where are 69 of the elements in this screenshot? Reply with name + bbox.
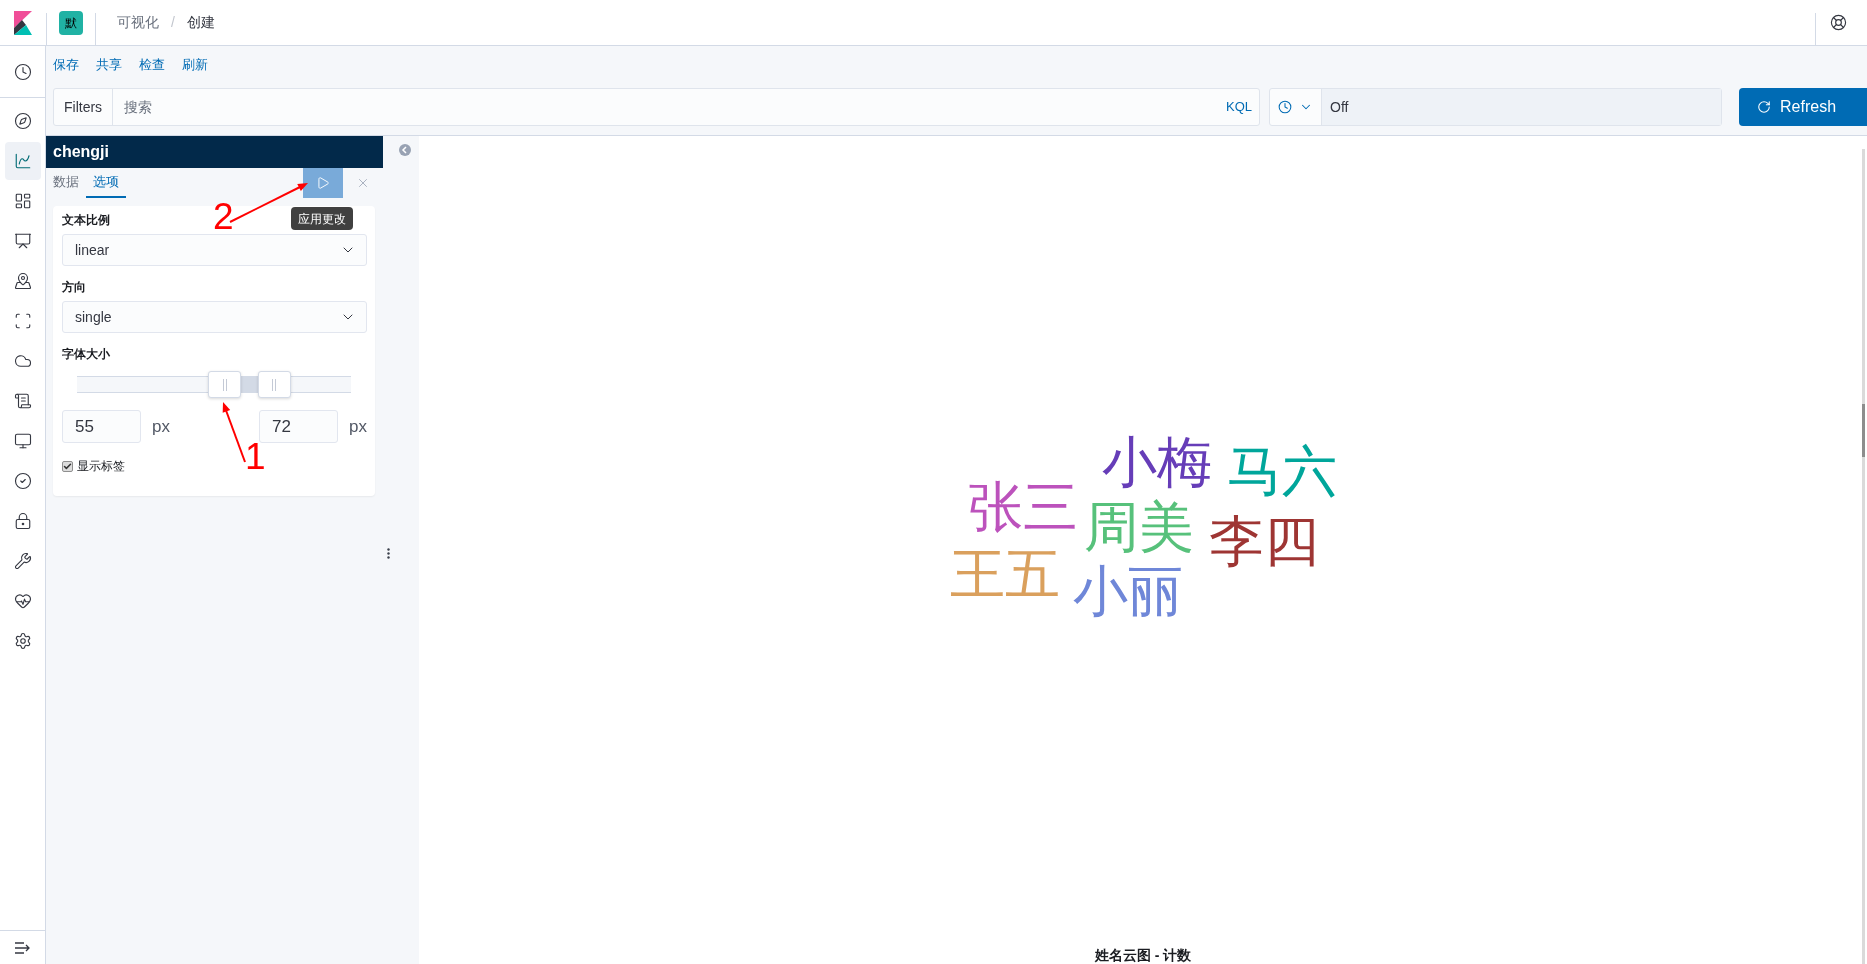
cloud-word: 王五: [950, 546, 1060, 602]
query-bar[interactable]: Filters 搜索 KQL: [53, 88, 1260, 126]
menu-link[interactable]: 保存: [53, 55, 79, 75]
presentation-board-icon[interactable]: [13, 232, 32, 250]
collapse-icon[interactable]: [399, 144, 411, 156]
heart-pulse-icon[interactable]: [13, 592, 32, 610]
scroll-icon[interactable]: [13, 392, 32, 410]
checkbox[interactable]: [62, 460, 73, 472]
annotation-number: 2: [213, 198, 234, 235]
drag-handle-icon[interactable]: [387, 548, 390, 559]
cloud-word: 周美: [1084, 499, 1194, 555]
space-badge[interactable]: 默: [59, 10, 83, 35]
chart-caption: 姓名云图 - 计数: [1094, 946, 1192, 964]
query-language-button[interactable]: KQL: [1219, 89, 1259, 125]
clock-icon: [1278, 100, 1292, 114]
tooltip: 应用更改: [291, 207, 353, 230]
lifebuoy-icon[interactable]: [1830, 14, 1847, 31]
wrench-icon[interactable]: [13, 552, 32, 570]
unit-label: px: [152, 415, 170, 438]
filters-button[interactable]: Filters: [54, 89, 114, 125]
lock-icon[interactable]: [13, 512, 32, 530]
slider-thumb[interactable]: [208, 371, 242, 398]
number-field[interactable]: 72: [259, 410, 339, 443]
breadcrumb-separator: /: [171, 13, 175, 32]
map-pin-icon[interactable]: [13, 272, 32, 290]
check-icon: [63, 461, 72, 471]
tab[interactable]: 数据: [46, 168, 86, 198]
dashboard-icon[interactable]: [13, 192, 32, 210]
menu-link[interactable]: 检查: [139, 55, 165, 75]
breadcrumb[interactable]: 创建: [186, 12, 215, 33]
cloud-word: 小丽: [1073, 563, 1183, 619]
cloud-word: 小梅: [1102, 434, 1212, 490]
menu-link[interactable]: 刷新: [182, 55, 208, 75]
tab[interactable]: 选项: [86, 168, 126, 198]
refresh-button[interactable]: Refresh: [1739, 88, 1867, 126]
number-field[interactable]: 55: [62, 410, 141, 443]
select-field[interactable]: single: [62, 301, 367, 333]
list-arrow-icon[interactable]: [14, 941, 31, 954]
cloud-icon[interactable]: [13, 352, 32, 370]
check-circle-icon[interactable]: [13, 472, 32, 490]
clock-icon[interactable]: [13, 62, 32, 81]
date-picker[interactable]: Off: [1269, 88, 1722, 126]
scan-frame-icon[interactable]: [13, 312, 32, 330]
grip-icon: [272, 378, 277, 391]
checkbox-label: 显示标签: [77, 458, 125, 474]
panel-title: chengji: [46, 136, 383, 168]
field-label: 方向: [62, 279, 86, 295]
cloud-word: 马六: [1227, 443, 1337, 499]
line-chart-icon[interactable]: [4, 142, 41, 180]
play-icon: [316, 176, 330, 190]
slider-thumb[interactable]: [257, 371, 291, 398]
refresh-interval-field[interactable]: Off: [1322, 89, 1721, 125]
select-field[interactable]: linear: [62, 234, 367, 266]
menu-link[interactable]: 共享: [96, 55, 122, 75]
search-field[interactable]: 搜索: [113, 89, 1219, 125]
slider-range-fill: [241, 377, 258, 392]
cloud-word: 李四: [1209, 513, 1319, 569]
field-label: 文本比例: [62, 212, 110, 228]
cloud-word: 张三: [968, 479, 1078, 535]
settings-icon[interactable]: [13, 632, 32, 650]
unit-label: px: [349, 415, 367, 438]
scrollbar-thumb[interactable]: [1862, 404, 1865, 457]
refresh-icon: [1757, 100, 1771, 114]
compass-icon[interactable]: [13, 112, 32, 130]
logo-icon[interactable]: [14, 10, 32, 35]
breadcrumb[interactable]: 可视化: [117, 12, 159, 33]
grip-icon: [222, 378, 227, 391]
monitor-icon[interactable]: [13, 432, 32, 450]
field-label: 字体大小: [62, 346, 110, 362]
